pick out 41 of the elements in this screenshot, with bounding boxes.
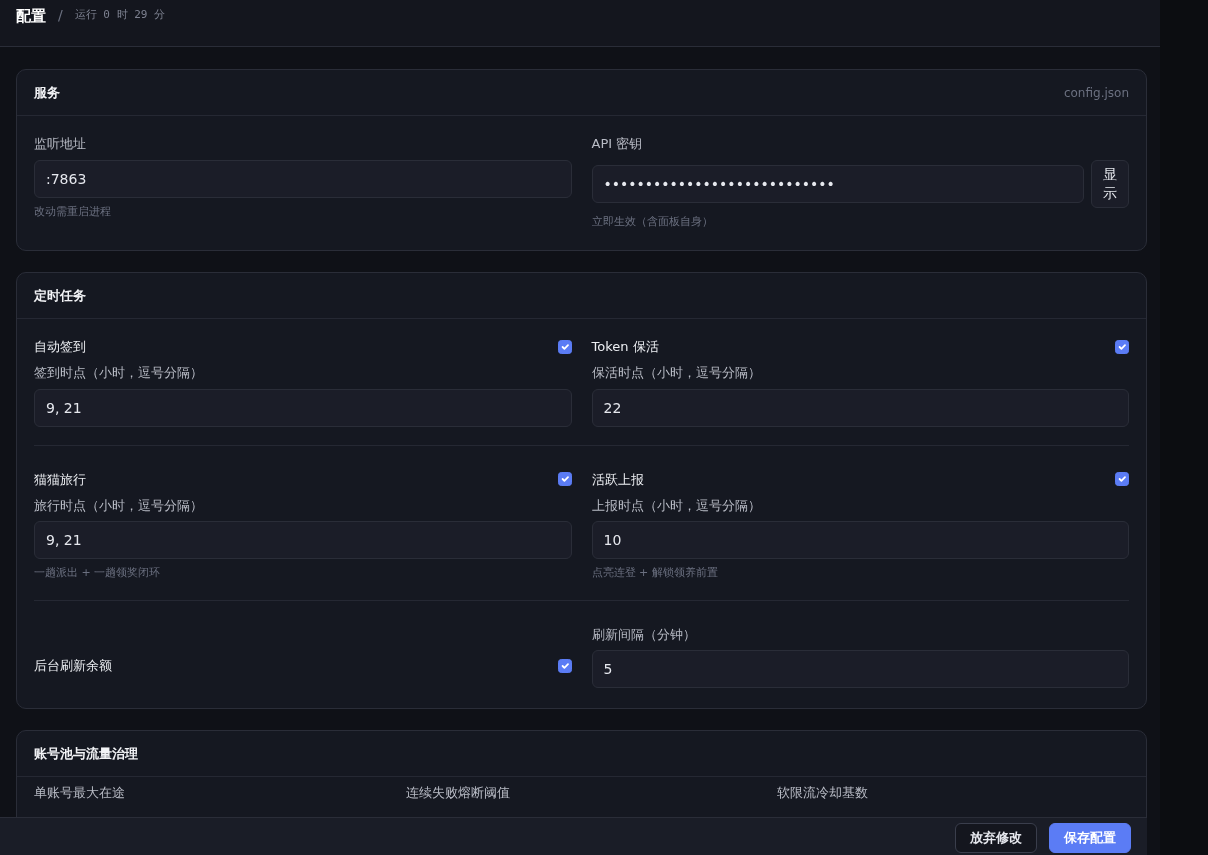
- field-label: 连续失败熔断阈值: [405, 784, 511, 802]
- input-field[interactable]: 9, 21: [34, 521, 572, 559]
- discard-button[interactable]: 放弃修改: [955, 823, 1037, 853]
- field-hint: 点亮连登 + 解锁领养前置: [591, 565, 719, 581]
- checkbox[interactable]: [557, 659, 572, 673]
- checkbox[interactable]: [1115, 472, 1129, 487]
- checkbox[interactable]: [557, 472, 572, 487]
- input-field[interactable]: 5: [591, 650, 1129, 688]
- page-title: 配置: [16, 6, 46, 27]
- show-button[interactable]: 显示: [1090, 159, 1129, 208]
- input-field[interactable]: :7863: [34, 159, 572, 198]
- field-label: 监听地址: [34, 135, 87, 153]
- field-label: 刷新间隔（分钟）: [591, 625, 697, 644]
- field-hint: 立即生效（含面板自身）: [591, 213, 714, 230]
- input-field[interactable]: 9, 21: [34, 388, 572, 427]
- checkbox[interactable]: [1115, 339, 1129, 354]
- field-label: 旅行时点（小时，逗号分隔）: [34, 496, 204, 515]
- checkbox[interactable]: [557, 339, 572, 354]
- task-title: 猫猫旅行: [34, 470, 86, 489]
- uptime-text: 运行 0 时 29 分: [74, 7, 166, 23]
- task-title: Token 保活: [591, 338, 659, 356]
- breadcrumb-separator: /: [58, 6, 63, 25]
- api-key-field[interactable]: ••••••••••••••••••••••••••••: [591, 164, 1084, 203]
- field-hint: 改动需重启进程: [34, 203, 112, 220]
- field-label: 软限流冷却基数: [777, 784, 870, 802]
- input-field[interactable]: 22: [591, 388, 1129, 427]
- file-name: config.json: [1063, 84, 1129, 102]
- input-field[interactable]: 10: [591, 521, 1129, 559]
- field-label: 单账号最大在途: [34, 784, 126, 802]
- task-title: 活跃上报: [591, 470, 644, 489]
- save-button[interactable]: 保存配置: [1049, 823, 1131, 853]
- task-title: 后台刷新余额: [34, 657, 112, 676]
- field-label: 保活时点（小时，逗号分隔）: [591, 364, 762, 382]
- field-hint: 一趟派出 + 一趟领奖闭环: [34, 565, 162, 581]
- field-label: API 密钥: [591, 135, 644, 153]
- field-label: 上报时点（小时，逗号分隔）: [591, 496, 762, 515]
- task-title: 自动签到: [34, 338, 86, 356]
- card-title: 服务: [34, 83, 60, 102]
- card-title: 账号池与流量治理: [34, 744, 138, 763]
- card-title: 定时任务: [34, 286, 86, 305]
- field-label: 签到时点（小时，逗号分隔）: [34, 364, 204, 382]
